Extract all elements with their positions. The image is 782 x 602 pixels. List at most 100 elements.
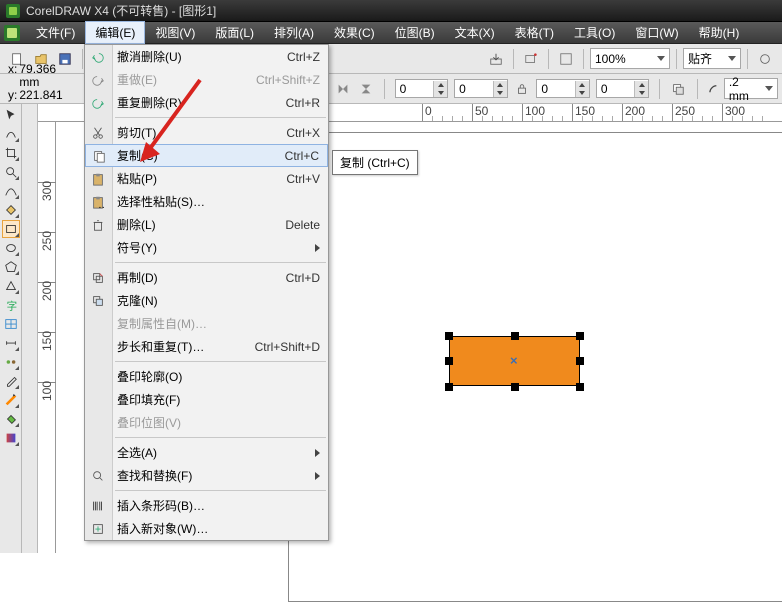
menu-separator <box>115 117 326 118</box>
selection-handle-bm[interactable] <box>511 383 519 391</box>
menu-item-shortcut: Ctrl+D <box>286 271 320 285</box>
table-tool[interactable] <box>2 315 20 333</box>
menu-item[interactable]: 叠印轮廓(O) <box>85 365 328 388</box>
menu-item-shortcut: Delete <box>285 218 320 232</box>
corner-br-input[interactable]: 0 <box>596 79 650 98</box>
ellipse-tool[interactable] <box>2 239 20 257</box>
export-button[interactable] <box>520 48 542 70</box>
menu-item-label: 复制(C) <box>117 147 158 164</box>
polygon-tool[interactable] <box>2 258 20 276</box>
copy-icon <box>91 148 107 164</box>
menu-bar[interactable]: 文件(F)编辑(E)视图(V)版面(L)排列(A)效果(C)位图(B)文本(X)… <box>0 22 782 44</box>
rectangle-tool[interactable] <box>2 220 20 238</box>
menu-4[interactable]: 排列(A) <box>264 21 324 44</box>
vertical-ruler[interactable]: 300250200150100 <box>38 122 56 553</box>
menu-item[interactable]: 撤消删除(U)Ctrl+Z <box>85 45 328 68</box>
zoom-value: 100% <box>595 52 626 66</box>
import-button[interactable] <box>485 48 507 70</box>
menu-3[interactable]: 版面(L) <box>205 21 264 44</box>
corner-bl-input[interactable]: 0 <box>536 79 590 98</box>
fill-tool[interactable] <box>2 410 20 428</box>
basic-shapes-tool[interactable] <box>2 277 20 295</box>
menu-item[interactable]: 删除(L) Delete <box>85 213 328 236</box>
svg-text:字: 字 <box>6 299 17 312</box>
smart-fill-tool[interactable] <box>2 201 20 219</box>
menu-item[interactable]: 查找和替换(F) <box>85 464 328 487</box>
cut-icon <box>90 125 106 141</box>
edit-menu-dropdown: 撤消删除(U)Ctrl+Z重做(E)Ctrl+Shift+Z重复删除(R)Ctr… <box>84 44 329 541</box>
text-tool[interactable]: 字 <box>2 296 20 314</box>
corner-tr-input[interactable]: 0 <box>454 79 508 98</box>
app-launcher-button[interactable] <box>555 48 577 70</box>
selection-handle-tr[interactable] <box>576 332 584 340</box>
interactive-fill-tool[interactable] <box>2 429 20 447</box>
menu-item: 重做(E)Ctrl+Shift+Z <box>85 68 328 91</box>
separator <box>676 49 677 69</box>
snap-combo[interactable]: 贴齐 <box>683 48 741 69</box>
title-bar: CorelDRAW X4 (不可转售) - [图形1] <box>0 0 782 22</box>
corner-lock-button[interactable] <box>514 78 531 100</box>
selection-handle-br[interactable] <box>576 383 584 391</box>
menu-item[interactable]: 再制(D) Ctrl+D <box>85 266 328 289</box>
menu-item[interactable]: 步长和重复(T)…Ctrl+Shift+D <box>85 335 328 358</box>
corner-tl-input[interactable]: 0 <box>395 79 449 98</box>
menu-7[interactable]: 文本(X) <box>445 21 505 44</box>
tooltip: 复制 (Ctrl+C) <box>332 150 418 175</box>
pick-tool[interactable] <box>2 106 20 124</box>
outline-tool[interactable] <box>2 391 20 409</box>
menu-9[interactable]: 工具(O) <box>564 21 625 44</box>
menu-item-label: 全选(A) <box>117 444 157 461</box>
shape-tool[interactable] <box>2 125 20 143</box>
menu-item[interactable]: 叠印填充(F) <box>85 388 328 411</box>
separator <box>82 49 83 69</box>
menu-item-label: 撤消删除(U) <box>117 48 182 65</box>
menu-item[interactable]: 重复删除(R)Ctrl+R <box>85 91 328 114</box>
menu-item[interactable]: 粘贴(P)Ctrl+V <box>85 167 328 190</box>
selection-handle-bl[interactable] <box>445 383 453 391</box>
menu-item[interactable]: 全选(A) <box>85 441 328 464</box>
menu-item[interactable]: 插入条形码(B)… <box>85 494 328 517</box>
menu-11[interactable]: 帮助(H) <box>689 21 750 44</box>
menu-item[interactable]: 剪切(T)Ctrl+X <box>85 121 328 144</box>
outline-width-combo[interactable]: .2 mm <box>724 78 778 99</box>
menu-6[interactable]: 位图(B) <box>385 21 445 44</box>
menu-item[interactable]: …选择性粘贴(S)… <box>85 190 328 213</box>
menu-item[interactable]: 符号(Y) <box>85 236 328 259</box>
to-front-button[interactable] <box>670 78 687 100</box>
mirror-h-button[interactable] <box>334 78 351 100</box>
menu-8[interactable]: 表格(T) <box>505 21 564 44</box>
interactive-tool[interactable] <box>2 353 20 371</box>
dimension-tool[interactable] <box>2 334 20 352</box>
selection-handle-tl[interactable] <box>445 332 453 340</box>
submenu-arrow-icon <box>315 449 320 457</box>
submenu-arrow-icon <box>315 472 320 480</box>
mirror-v-button[interactable] <box>357 78 374 100</box>
selection-handle-ml[interactable] <box>445 357 453 365</box>
menu-10[interactable]: 窗口(W) <box>625 21 688 44</box>
menu-separator <box>115 437 326 438</box>
docker-strip[interactable] <box>22 104 38 553</box>
menu-item[interactable]: 插入新对象(W)… <box>85 517 328 540</box>
eyedropper-tool[interactable] <box>2 372 20 390</box>
menu-item-label: 重复删除(R) <box>117 94 182 111</box>
selection-handle-tm[interactable] <box>511 332 519 340</box>
menu-item-label: 查找和替换(F) <box>117 467 192 484</box>
menu-0[interactable]: 文件(F) <box>26 21 85 44</box>
menu-1[interactable]: 编辑(E) <box>85 21 145 44</box>
menu-2[interactable]: 视图(V) <box>145 21 205 44</box>
menu-item[interactable]: 复制(C)Ctrl+C <box>85 144 328 167</box>
menu-item-label: 再制(D) <box>117 269 158 286</box>
separator <box>747 49 748 69</box>
menu-item-shortcut: Ctrl+Shift+D <box>255 340 320 354</box>
selection-handle-mr[interactable] <box>576 357 584 365</box>
menu-5[interactable]: 效果(C) <box>324 21 385 44</box>
freehand-tool[interactable] <box>2 182 20 200</box>
zoom-tool[interactable] <box>2 163 20 181</box>
crop-tool[interactable] <box>2 144 20 162</box>
zoom-combo[interactable]: 100% <box>590 48 670 69</box>
undo-icon <box>90 49 106 65</box>
delete-icon <box>90 217 106 233</box>
menu-item-label: 删除(L) <box>117 216 156 233</box>
menu-item[interactable]: 克隆(N) <box>85 289 328 312</box>
options-button[interactable] <box>754 48 776 70</box>
